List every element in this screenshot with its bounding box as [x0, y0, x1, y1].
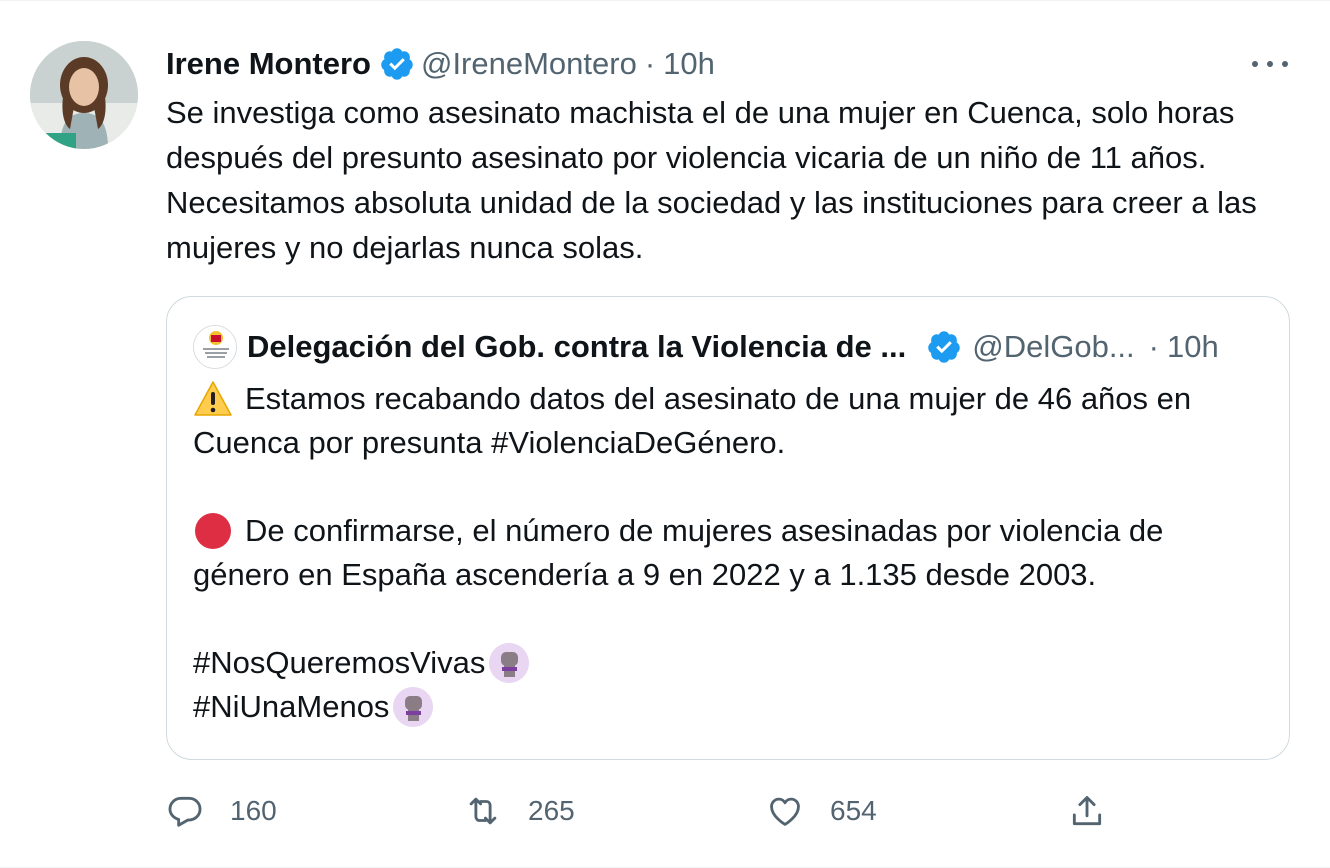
author-handle[interactable]: @IreneMontero [421, 43, 637, 85]
quoted-line: género en España ascendería a 9 en 2022 … [193, 553, 1273, 597]
like-icon [770, 797, 800, 826]
quoted-line-text: Estamos recabando datos del asesinato de… [245, 381, 1192, 416]
verified-badge-icon [381, 48, 413, 80]
retweet-count: 265 [528, 795, 575, 826]
quoted-tweet-header: Delegación del Gob. contra la Violencia … [193, 325, 1263, 369]
quoted-line: Estamos recabando datos del asesinato de… [193, 377, 1273, 421]
hashtag-link[interactable]: #NosQueremosVivas [193, 641, 485, 685]
separator-dot: · [1148, 329, 1159, 364]
hashtag-line: #NosQueremosVivas [193, 641, 1273, 685]
quoted-line: De confirmarse, el número de mujeres ase… [193, 509, 1273, 553]
quoted-line-text: De confirmarse, el número de mujeres ase… [245, 513, 1164, 548]
tweet-actions: 160 265 654 [166, 789, 1166, 833]
tweet-header: Irene Montero @IreneMontero · 10h [166, 43, 715, 85]
verified-badge-icon [928, 331, 960, 363]
warning-icon [194, 381, 232, 416]
retweet-icon [469, 797, 497, 825]
reply-button[interactable]: 160 [166, 789, 277, 833]
like-count: 654 [830, 795, 877, 826]
share-icon [1072, 796, 1102, 826]
raised-fist-icon [489, 643, 530, 683]
quoted-author-handle[interactable]: @DelGob... [972, 329, 1134, 365]
retweet-button[interactable]: 265 [464, 789, 575, 833]
tweet-text: Se investiga como asesinato machista el … [166, 95, 1257, 265]
quoted-tweet-timestamp[interactable]: 10h [1167, 329, 1219, 365]
government-logo [194, 326, 236, 368]
more-icon[interactable] [1252, 51, 1288, 77]
tweet-card[interactable]: Irene Montero @IreneMontero · 10h Se inv… [0, 0, 1330, 868]
separator-dot: · [644, 46, 656, 81]
quoted-line-text: género en España ascendería a 9 en 2022 … [193, 557, 1097, 592]
author-avatar[interactable] [30, 41, 138, 149]
reply-icon [168, 796, 202, 827]
quoted-tweet-text: Estamos recabando datos del asesinato de… [193, 377, 1273, 729]
author-name[interactable]: Irene Montero [166, 43, 371, 85]
hashtag-line: #NiUnaMenos [193, 685, 1273, 729]
red-circle-icon [195, 513, 231, 549]
like-button[interactable]: 654 [766, 789, 877, 833]
quoted-line-text: Cuenca por presunta #ViolenciaDeGénero. [193, 425, 786, 460]
quoted-author-name[interactable]: Delegación del Gob. contra la Violencia … [247, 329, 906, 365]
share-button[interactable] [1068, 789, 1106, 833]
quoted-line: Cuenca por presunta #ViolenciaDeGénero. [193, 421, 1273, 465]
tweet-timestamp[interactable]: 10h [663, 43, 715, 85]
quoted-tweet[interactable]: Delegación del Gob. contra la Violencia … [166, 296, 1290, 760]
hashtag-link[interactable]: #NiUnaMenos [193, 685, 389, 729]
avatar-photo [30, 41, 138, 149]
raised-fist-icon [393, 687, 434, 727]
quoted-author-avatar[interactable] [193, 325, 237, 369]
reply-count: 160 [230, 795, 277, 826]
